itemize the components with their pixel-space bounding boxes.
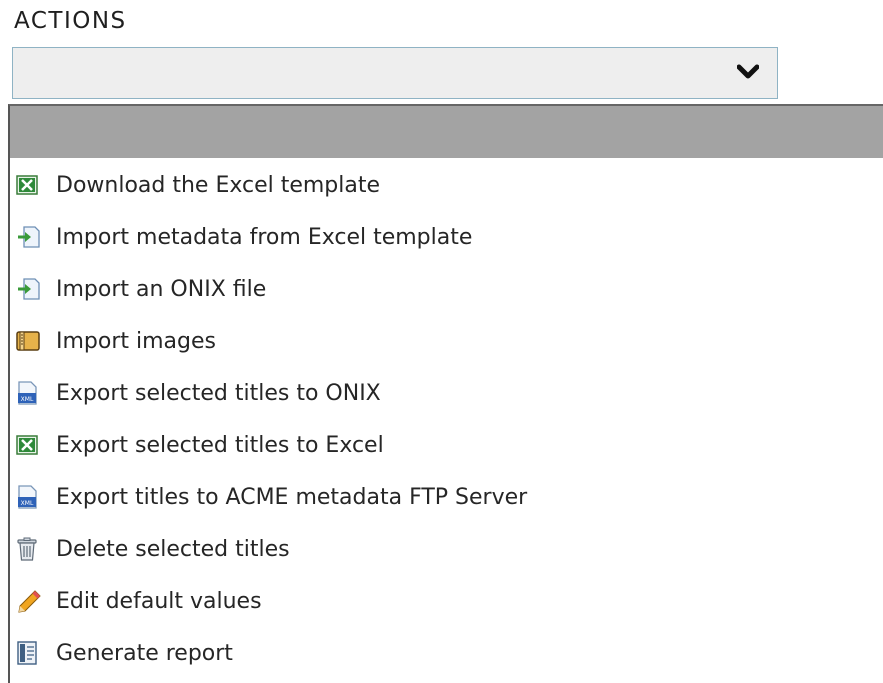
archive-icon: [16, 327, 46, 355]
menu-item-export-ftp[interactable]: XML Export titles to ACME metadata FTP S…: [16, 475, 527, 519]
menu-item-edit-defaults[interactable]: Edit default values: [16, 579, 262, 623]
dropdown-empty-option[interactable]: [10, 106, 883, 158]
xml-file-icon: XML: [16, 483, 46, 511]
actions-dropdown-menu: Download the Excel template Import metad…: [8, 104, 883, 683]
svg-text:XML: XML: [21, 396, 34, 403]
menu-item-download-excel-template[interactable]: Download the Excel template: [16, 163, 380, 207]
menu-item-label: Generate report: [56, 640, 233, 666]
menu-item-import-metadata-excel[interactable]: Import metadata from Excel template: [16, 215, 472, 259]
menu-item-export-onix[interactable]: XML Export selected titles to ONIX: [16, 371, 381, 415]
svg-text:XML: XML: [21, 500, 34, 507]
import-file-icon: [16, 223, 46, 251]
menu-item-label: Export selected titles to Excel: [56, 432, 384, 458]
menu-item-label: Download the Excel template: [56, 172, 381, 198]
import-file-icon: [16, 275, 46, 303]
menu-item-label: Import an ONIX file: [56, 276, 267, 302]
menu-item-delete-titles[interactable]: Delete selected titles: [16, 527, 290, 571]
excel-icon: [16, 431, 46, 459]
menu-item-label: Export titles to ACME metadata FTP Serve…: [56, 484, 528, 510]
actions-select[interactable]: [12, 47, 778, 99]
trash-icon: [16, 535, 46, 563]
menu-item-import-images[interactable]: Import images: [16, 319, 216, 363]
menu-item-label: Import images: [56, 328, 216, 354]
excel-icon: [16, 171, 46, 199]
menu-item-label: Export selected titles to ONIX: [56, 380, 381, 406]
menu-item-export-excel[interactable]: Export selected titles to Excel: [16, 423, 384, 467]
menu-item-label: Edit default values: [56, 588, 262, 614]
menu-item-label: Delete selected titles: [56, 536, 290, 562]
menu-item-label: Import metadata from Excel template: [56, 224, 473, 250]
report-icon: [16, 639, 46, 667]
actions-panel: ACTIONS Download the Excel template Impo…: [0, 0, 883, 683]
chevron-down-icon[interactable]: [737, 61, 759, 83]
xml-file-icon: XML: [16, 379, 46, 407]
pencil-icon: [16, 587, 46, 615]
menu-item-generate-report[interactable]: Generate report: [16, 631, 233, 675]
menu-item-import-onix[interactable]: Import an ONIX file: [16, 267, 266, 311]
actions-label: ACTIONS: [14, 8, 127, 34]
